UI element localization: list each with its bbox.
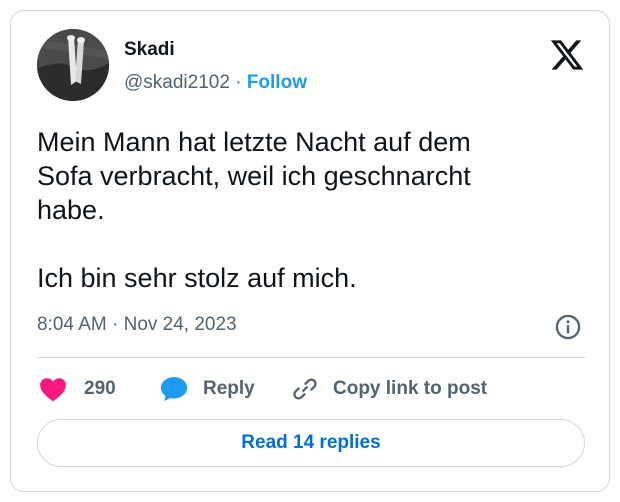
reply-button[interactable]: Reply [159,375,255,403]
like-count: 290 [84,378,116,399]
heart-icon [40,378,66,402]
copy-link-label: Copy link to post [333,378,488,399]
follow-button[interactable]: Follow [247,72,307,93]
like-button[interactable]: 290 [39,375,116,403]
info-icon[interactable] [554,313,582,341]
tweet-text: Mein Mann hat letzte Nacht auf dem Sofa … [37,127,471,293]
x-logo-icon[interactable] [549,37,585,73]
avatar[interactable] [37,29,109,101]
timestamp[interactable]: 8:04 AM · Nov 24, 2023 [37,314,237,336]
tweet-card: Skadi @skadi2102 · Follow Mein Mann hat … [10,10,610,492]
copy-link-button[interactable]: Copy link to post [291,375,487,403]
separator: · [235,72,242,93]
display-name[interactable]: Skadi [124,39,175,61]
divider [37,357,585,358]
read-replies-button[interactable]: Read 14 replies [37,419,585,467]
link-icon [293,378,317,400]
reply-bubble-icon [160,377,188,402]
handle-row: @skadi2102 · Follow [124,72,307,94]
handle[interactable]: @skadi2102 [124,72,230,93]
reply-label: Reply [203,378,255,399]
